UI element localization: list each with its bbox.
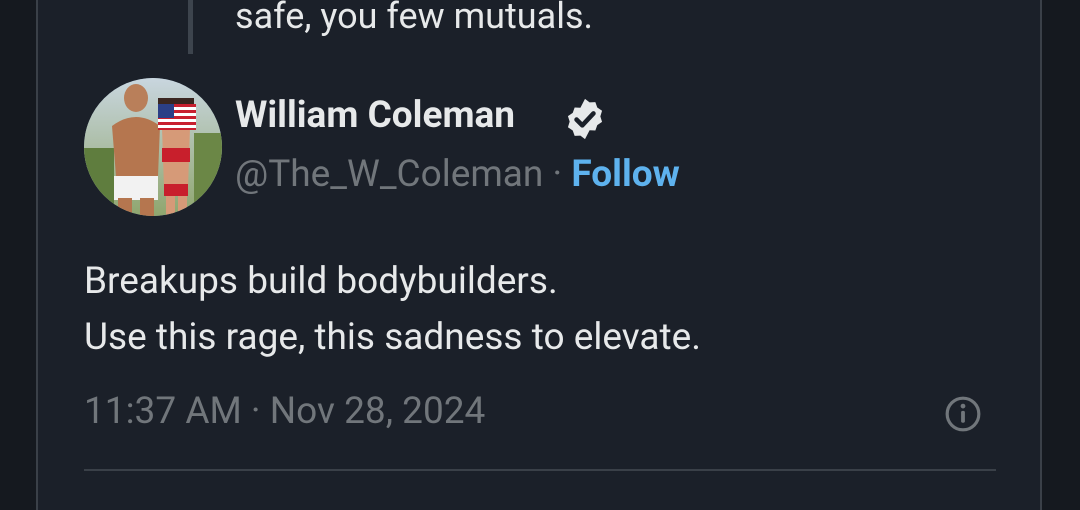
tweet-timestamp[interactable]: 11:37 AM · Nov 28, 2024	[84, 390, 485, 434]
author-name[interactable]: William Coleman	[235, 94, 515, 138]
thread-connector-line	[188, 0, 193, 54]
verified-badge-icon	[567, 98, 603, 140]
tweet-text: Breakups build bodybuilders. Use this ra…	[84, 254, 701, 366]
profile-photo	[84, 78, 222, 216]
previous-tweet-text: safe, you few mutuals.	[235, 0, 594, 37]
info-icon[interactable]	[944, 395, 982, 433]
divider	[84, 469, 996, 471]
author-handle-row: @The_W_Coleman · Follow	[235, 153, 680, 197]
tweet-text-line: Breakups build bodybuilders.	[84, 260, 558, 303]
author-handle[interactable]: @The_W_Coleman	[235, 153, 543, 196]
follow-button[interactable]: Follow	[571, 153, 679, 196]
tweet-text-line: Use this rage, this sadness to elevate.	[84, 316, 701, 359]
avatar[interactable]	[84, 78, 222, 216]
separator-dot: ·	[552, 153, 563, 196]
